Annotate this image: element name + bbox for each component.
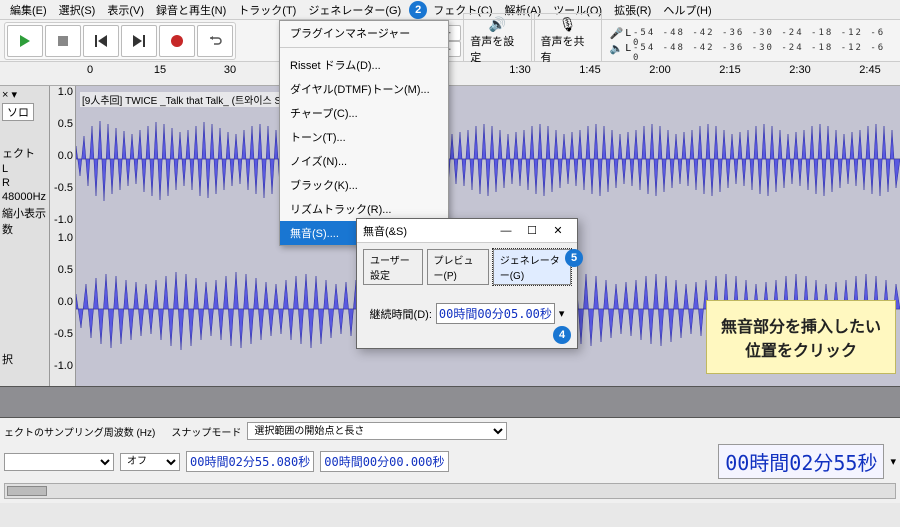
duration-label: 継続時間(D): — [370, 306, 432, 322]
step-badge-4: 4 — [553, 326, 571, 344]
playback-meter[interactable]: -54 -48 -42 -36 -30 -24 -18 -12 -6 0 — [633, 43, 896, 53]
menu-noise[interactable]: ノイズ(N)... — [280, 149, 448, 173]
step-badge-2: 2 — [409, 1, 427, 19]
play-meter-left-label: L — [625, 43, 631, 54]
speaker-icon: 🔊 — [489, 16, 506, 33]
mic-icon: 🎤 — [610, 27, 624, 40]
menu-plugin-manager[interactable]: プラグインマネージャー — [280, 21, 448, 45]
channel-l: L — [2, 163, 47, 175]
select-label: 択 — [2, 351, 47, 367]
horizontal-scrollbar[interactable] — [4, 483, 896, 499]
vaxis-tick: 0.0 — [52, 150, 73, 162]
menu-risset-drum[interactable]: Risset ドラム(D)... — [280, 53, 448, 77]
menu-help[interactable]: ヘルプ(H) — [657, 0, 717, 20]
tcp-row: × ▾ — [2, 88, 47, 101]
menu-select[interactable]: 選択(S) — [53, 0, 102, 20]
project-rate-label: ェクトのサンプリング周波数 (Hz) — [4, 424, 155, 439]
preview-button[interactable]: プレビュー(P) — [427, 249, 489, 285]
skip-start-button[interactable] — [83, 25, 119, 57]
record-meter[interactable]: -54 -48 -42 -36 -30 -24 -18 -12 -6 0 — [633, 28, 896, 38]
vertical-axis: 1.0 0.5 0.0 -0.5 -1.0 1.0 0.5 0.0 -0.5 -… — [50, 86, 76, 386]
effect-label: ェクト — [2, 145, 47, 161]
menu-dtmf[interactable]: ダイヤル(DTMF)トーン(M)... — [280, 77, 448, 101]
project-rate-select[interactable] — [4, 453, 114, 471]
ruler-tick: 1:45 — [579, 64, 600, 76]
generator-popup-menu: プラグインマネージャー Risset ドラム(D)... ダイヤル(DTMF)ト… — [279, 20, 449, 246]
close-button[interactable]: ✕ — [545, 221, 571, 241]
step-badge-5: 5 — [565, 249, 583, 267]
transport-toolbar: + − 🔊 音声を設定 🎙 音声を共有 🎤 L -54 -48 -42 -36 … — [0, 20, 900, 62]
track-gap — [0, 386, 900, 418]
selection-start[interactable]: 00時間02分55.080秒 — [186, 451, 314, 472]
vaxis-tick: -0.5 — [52, 182, 73, 194]
audio-settings-label: 音声を設定 — [470, 33, 524, 65]
menu-tone[interactable]: トーン(T)... — [280, 125, 448, 149]
speaker-small-icon: 🔈 — [610, 42, 624, 55]
selection-range-select[interactable]: 選択範囲の開始点と長さ — [247, 422, 507, 440]
silence-dialog: 無音(&S) — ☐ ✕ ユーザー設定 プレビュー(P) ジェネレーター(G) … — [356, 218, 578, 349]
menu-generate[interactable]: ジェネレーター(G) — [302, 0, 407, 20]
vaxis-tick: 1.0 — [52, 86, 73, 98]
menu-pluck[interactable]: ブラック(K)... — [280, 173, 448, 197]
track-control-panel[interactable]: × ▾ ソロ ェクト L R 48000Hz 縮小表示数 択 — [0, 86, 50, 386]
audio-position[interactable]: 00時間02分55秒 — [718, 444, 884, 479]
audio-share-button[interactable]: 🎙 音声を共有 — [534, 13, 602, 68]
duration-input[interactable]: 00時間00分05.00秒 — [436, 303, 555, 324]
skip-end-button[interactable] — [121, 25, 157, 57]
sample-rate: 48000Hz — [2, 191, 47, 203]
vaxis-tick: -0.5 — [52, 328, 73, 340]
annotation-note: 無音部分を挿入したい位置をクリック — [706, 300, 896, 374]
ruler-tick: 2:45 — [859, 64, 880, 76]
preset-button[interactable]: ユーザー設定 — [363, 249, 423, 285]
share-icon: 🎙 — [559, 16, 577, 33]
vaxis-tick: 0.5 — [52, 118, 73, 130]
vaxis-tick: 0.5 — [52, 264, 73, 276]
ruler-tick: 1:30 — [509, 64, 530, 76]
snap-label: スナップモード — [171, 424, 241, 439]
selection-toolbar: ェクトのサンプリング周波数 (Hz) スナップモード 選択範囲の開始点と長さ オ… — [0, 418, 900, 503]
menu-transport[interactable]: 録音と再生(N) — [150, 0, 232, 20]
solo-button[interactable]: ソロ — [2, 103, 34, 121]
menu-edit[interactable]: 編集(E) — [4, 0, 53, 20]
dialog-title: 無音(&S) — [363, 223, 493, 239]
menu-chirp[interactable]: チャープ(C)... — [280, 101, 448, 125]
loop-button[interactable] — [197, 25, 233, 57]
vaxis-tick: 0.0 — [52, 296, 73, 308]
stop-button[interactable] — [45, 25, 81, 57]
menu-extra[interactable]: 拡張(R) — [608, 0, 657, 20]
audio-share-label: 音声を共有 — [541, 33, 595, 65]
audio-settings-button[interactable]: 🔊 音声を設定 — [463, 13, 531, 68]
play-button[interactable] — [7, 25, 43, 57]
ruler-tick: 2:30 — [789, 64, 810, 76]
menu-view[interactable]: 表示(V) — [101, 0, 150, 20]
scrollbar-thumb[interactable] — [7, 486, 47, 496]
vaxis-tick: 1.0 — [52, 232, 73, 244]
record-button[interactable] — [159, 25, 195, 57]
snap-select[interactable]: オフ — [120, 453, 180, 471]
ruler-tick: 2:00 — [649, 64, 670, 76]
ruler-tick: 15 — [154, 64, 166, 76]
menu-tracks[interactable]: トラック(T) — [232, 0, 302, 20]
ruler-tick: 0 — [87, 64, 93, 76]
menu-bar: 編集(E) 選択(S) 表示(V) 録音と再生(N) トラック(T) ジェネレー… — [0, 0, 900, 20]
vaxis-tick: -1.0 — [52, 214, 73, 226]
time-ruler[interactable]: 0 15 30 1:30 1:45 2:00 2:15 2:30 2:45 — [0, 62, 900, 86]
generator-button[interactable]: ジェネレーター(G) — [493, 249, 571, 285]
minimize-button[interactable]: — — [493, 221, 519, 241]
track-option: 縮小表示数 — [2, 205, 47, 237]
maximize-button[interactable]: ☐ — [519, 221, 545, 241]
clip-title[interactable]: [9人추回] TWICE _Talk that Talk_ (트와이스 S) — [80, 92, 287, 107]
ruler-tick: 2:15 — [719, 64, 740, 76]
channel-r: R — [2, 177, 47, 189]
selection-length[interactable]: 00時間00分00.000秒 — [320, 451, 448, 472]
waveform-left — [76, 86, 900, 232]
vaxis-tick: -1.0 — [52, 360, 73, 372]
rec-meter-left-label: L — [625, 28, 631, 39]
ruler-tick: 30 — [224, 64, 236, 76]
